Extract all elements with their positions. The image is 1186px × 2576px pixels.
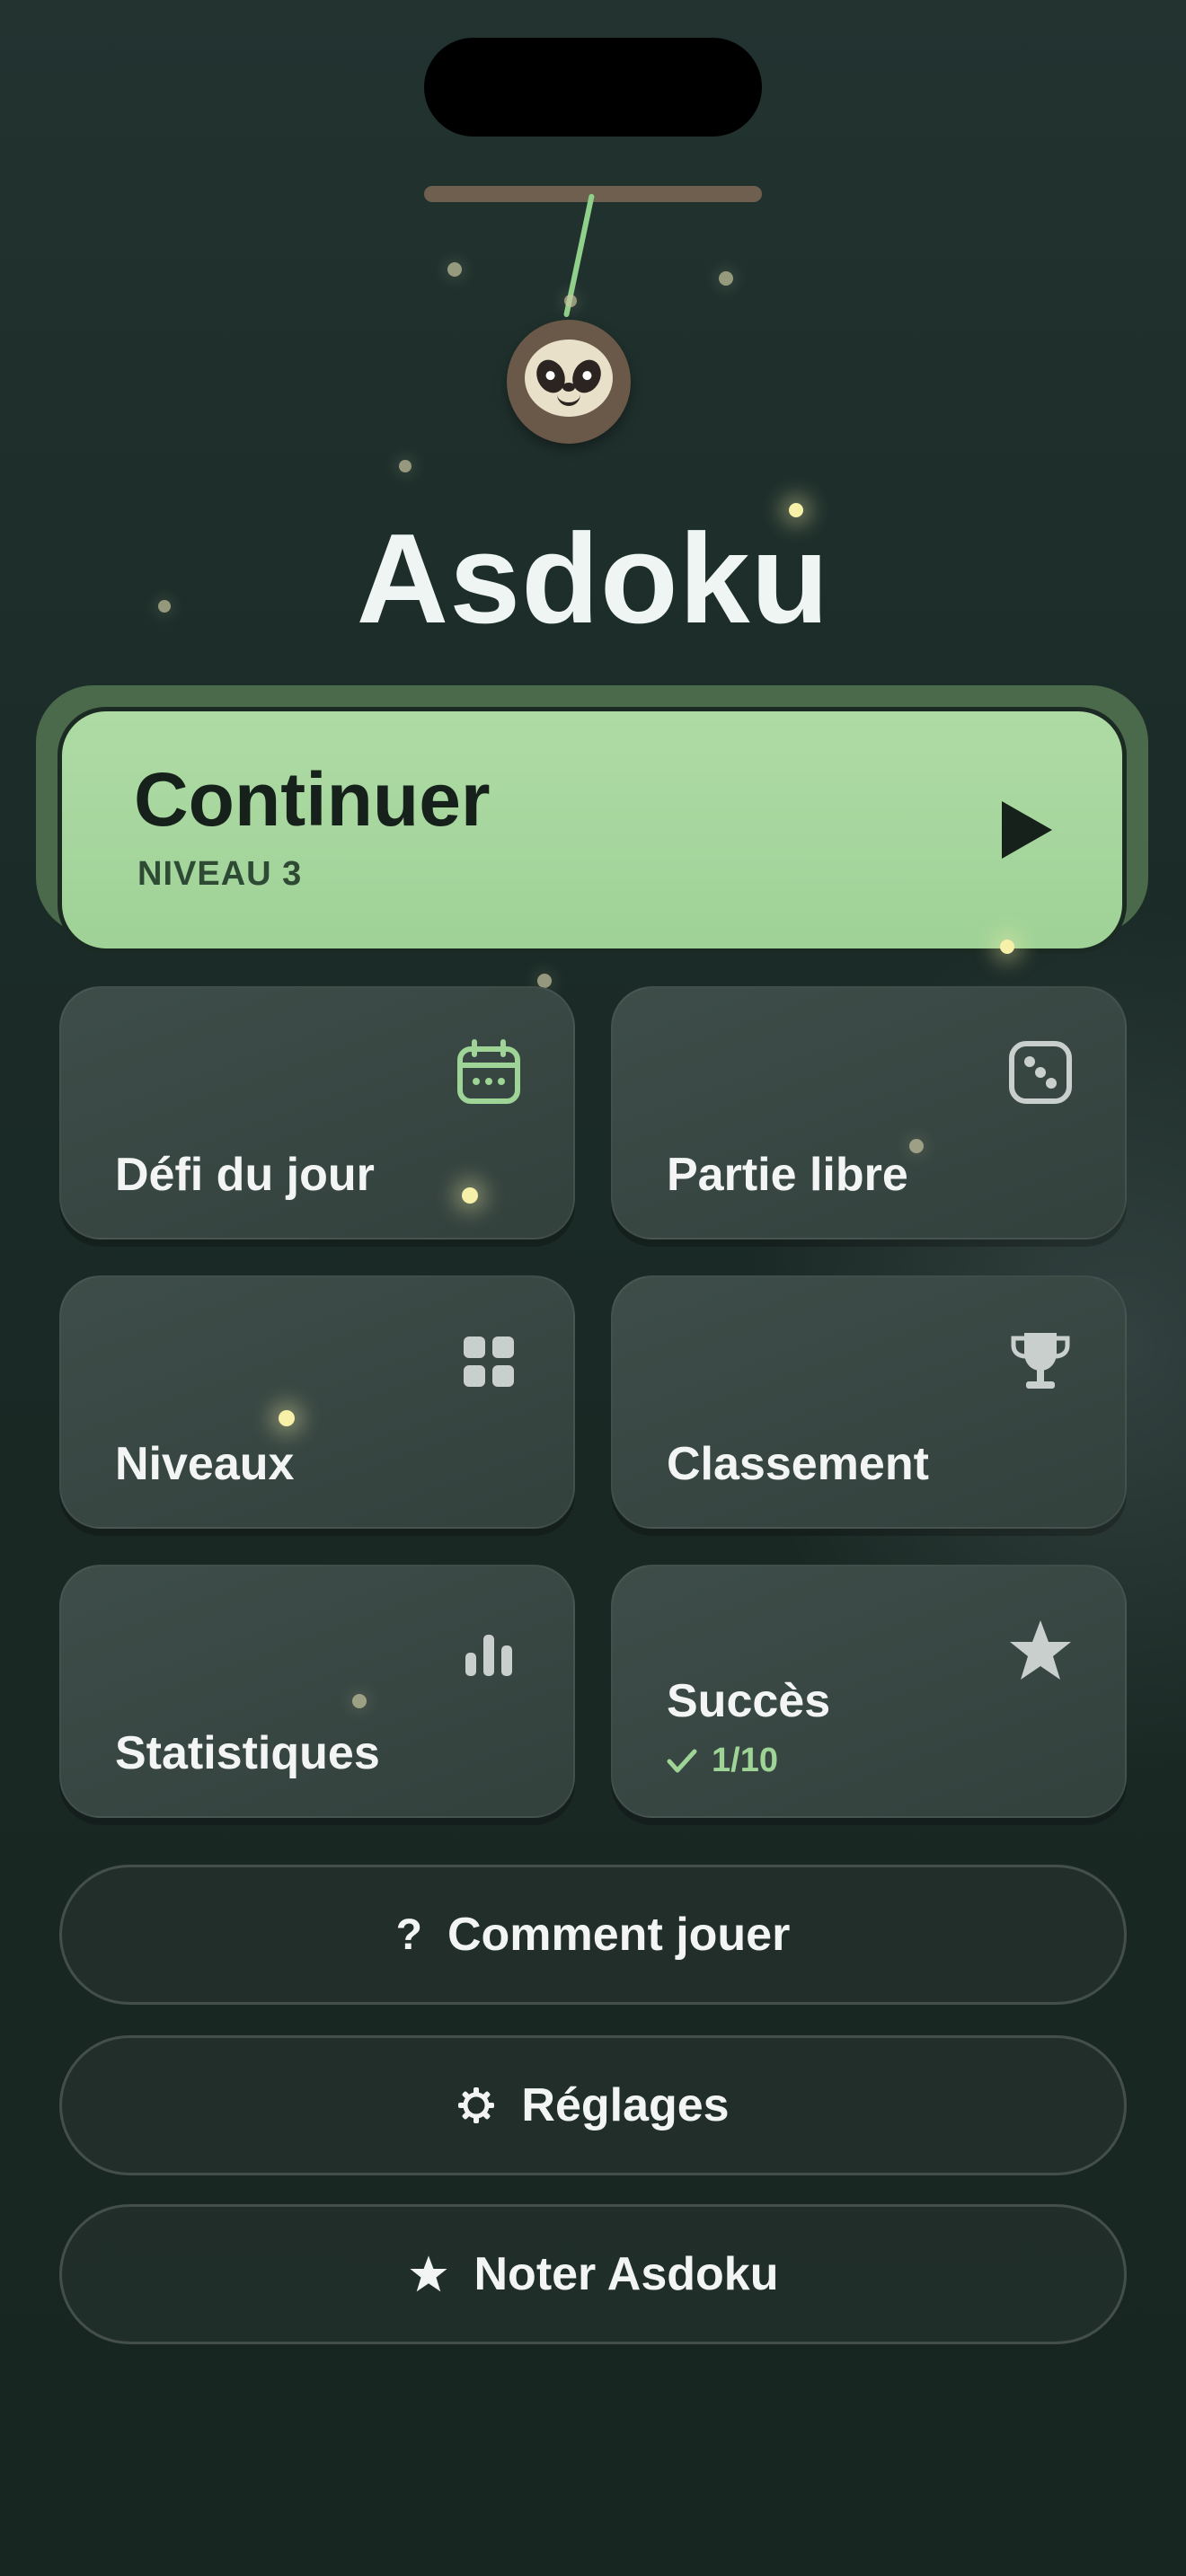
settings-button[interactable]: Réglages	[59, 2035, 1127, 2175]
tile-achievements[interactable]: Succès 1/10	[611, 1565, 1127, 1818]
settings-label: Réglages	[521, 2079, 730, 2131]
gear-icon	[458, 2087, 495, 2123]
tile-levels[interactable]: Niveaux	[59, 1275, 575, 1529]
achievements-count: 1/10	[712, 1742, 778, 1779]
sloth-mascot-icon	[507, 320, 631, 444]
tile-label: Statistiques	[115, 1727, 380, 1779]
firefly-decoration	[909, 1139, 924, 1153]
trophy-icon	[1011, 1333, 1070, 1389]
app-title: Asdoku	[356, 507, 830, 650]
star-icon	[409, 2255, 447, 2292]
question-icon: ?	[395, 1910, 422, 1959]
tile-free-play[interactable]: Partie libre	[611, 986, 1127, 1239]
tile-daily-challenge[interactable]: Défi du jour	[59, 986, 575, 1239]
tile-statistics[interactable]: Statistiques	[59, 1565, 575, 1818]
tile-leaderboard[interactable]: Classement	[611, 1275, 1127, 1529]
firefly-decoration	[1000, 940, 1014, 954]
tile-label: Niveaux	[115, 1438, 295, 1490]
star-icon	[1010, 1620, 1071, 1680]
bar-chart-icon	[465, 1635, 512, 1676]
continue-label: Continuer	[134, 757, 491, 842]
calendar-icon	[457, 1039, 520, 1104]
firefly-decoration	[564, 295, 577, 307]
tile-label: Défi du jour	[115, 1149, 375, 1201]
firefly-decoration	[447, 262, 462, 277]
tile-label: Classement	[667, 1438, 929, 1490]
firefly-decoration	[719, 271, 733, 286]
dice-icon	[1009, 1041, 1072, 1104]
tile-label: Partie libre	[667, 1149, 908, 1201]
tile-label: Succès	[667, 1675, 831, 1727]
rate-app-button[interactable]: Noter Asdoku	[59, 2204, 1127, 2344]
continue-level-label: NIVEAU 3	[137, 855, 303, 893]
how-to-play-label: Comment jouer	[447, 1909, 791, 1961]
play-icon	[1002, 801, 1052, 859]
how-to-play-button[interactable]: ? Comment jouer	[59, 1865, 1127, 2005]
grid-icon	[464, 1337, 514, 1387]
dynamic-island	[424, 38, 762, 137]
firefly-decoration	[352, 1694, 367, 1708]
check-icon	[667, 1749, 697, 1772]
continue-button[interactable]: Continuer NIVEAU 3	[58, 707, 1127, 953]
firefly-decoration	[279, 1410, 295, 1426]
firefly-decoration	[462, 1187, 478, 1204]
achievements-progress: 1/10	[667, 1742, 778, 1780]
firefly-decoration	[399, 460, 412, 472]
rate-app-label: Noter Asdoku	[474, 2248, 779, 2300]
